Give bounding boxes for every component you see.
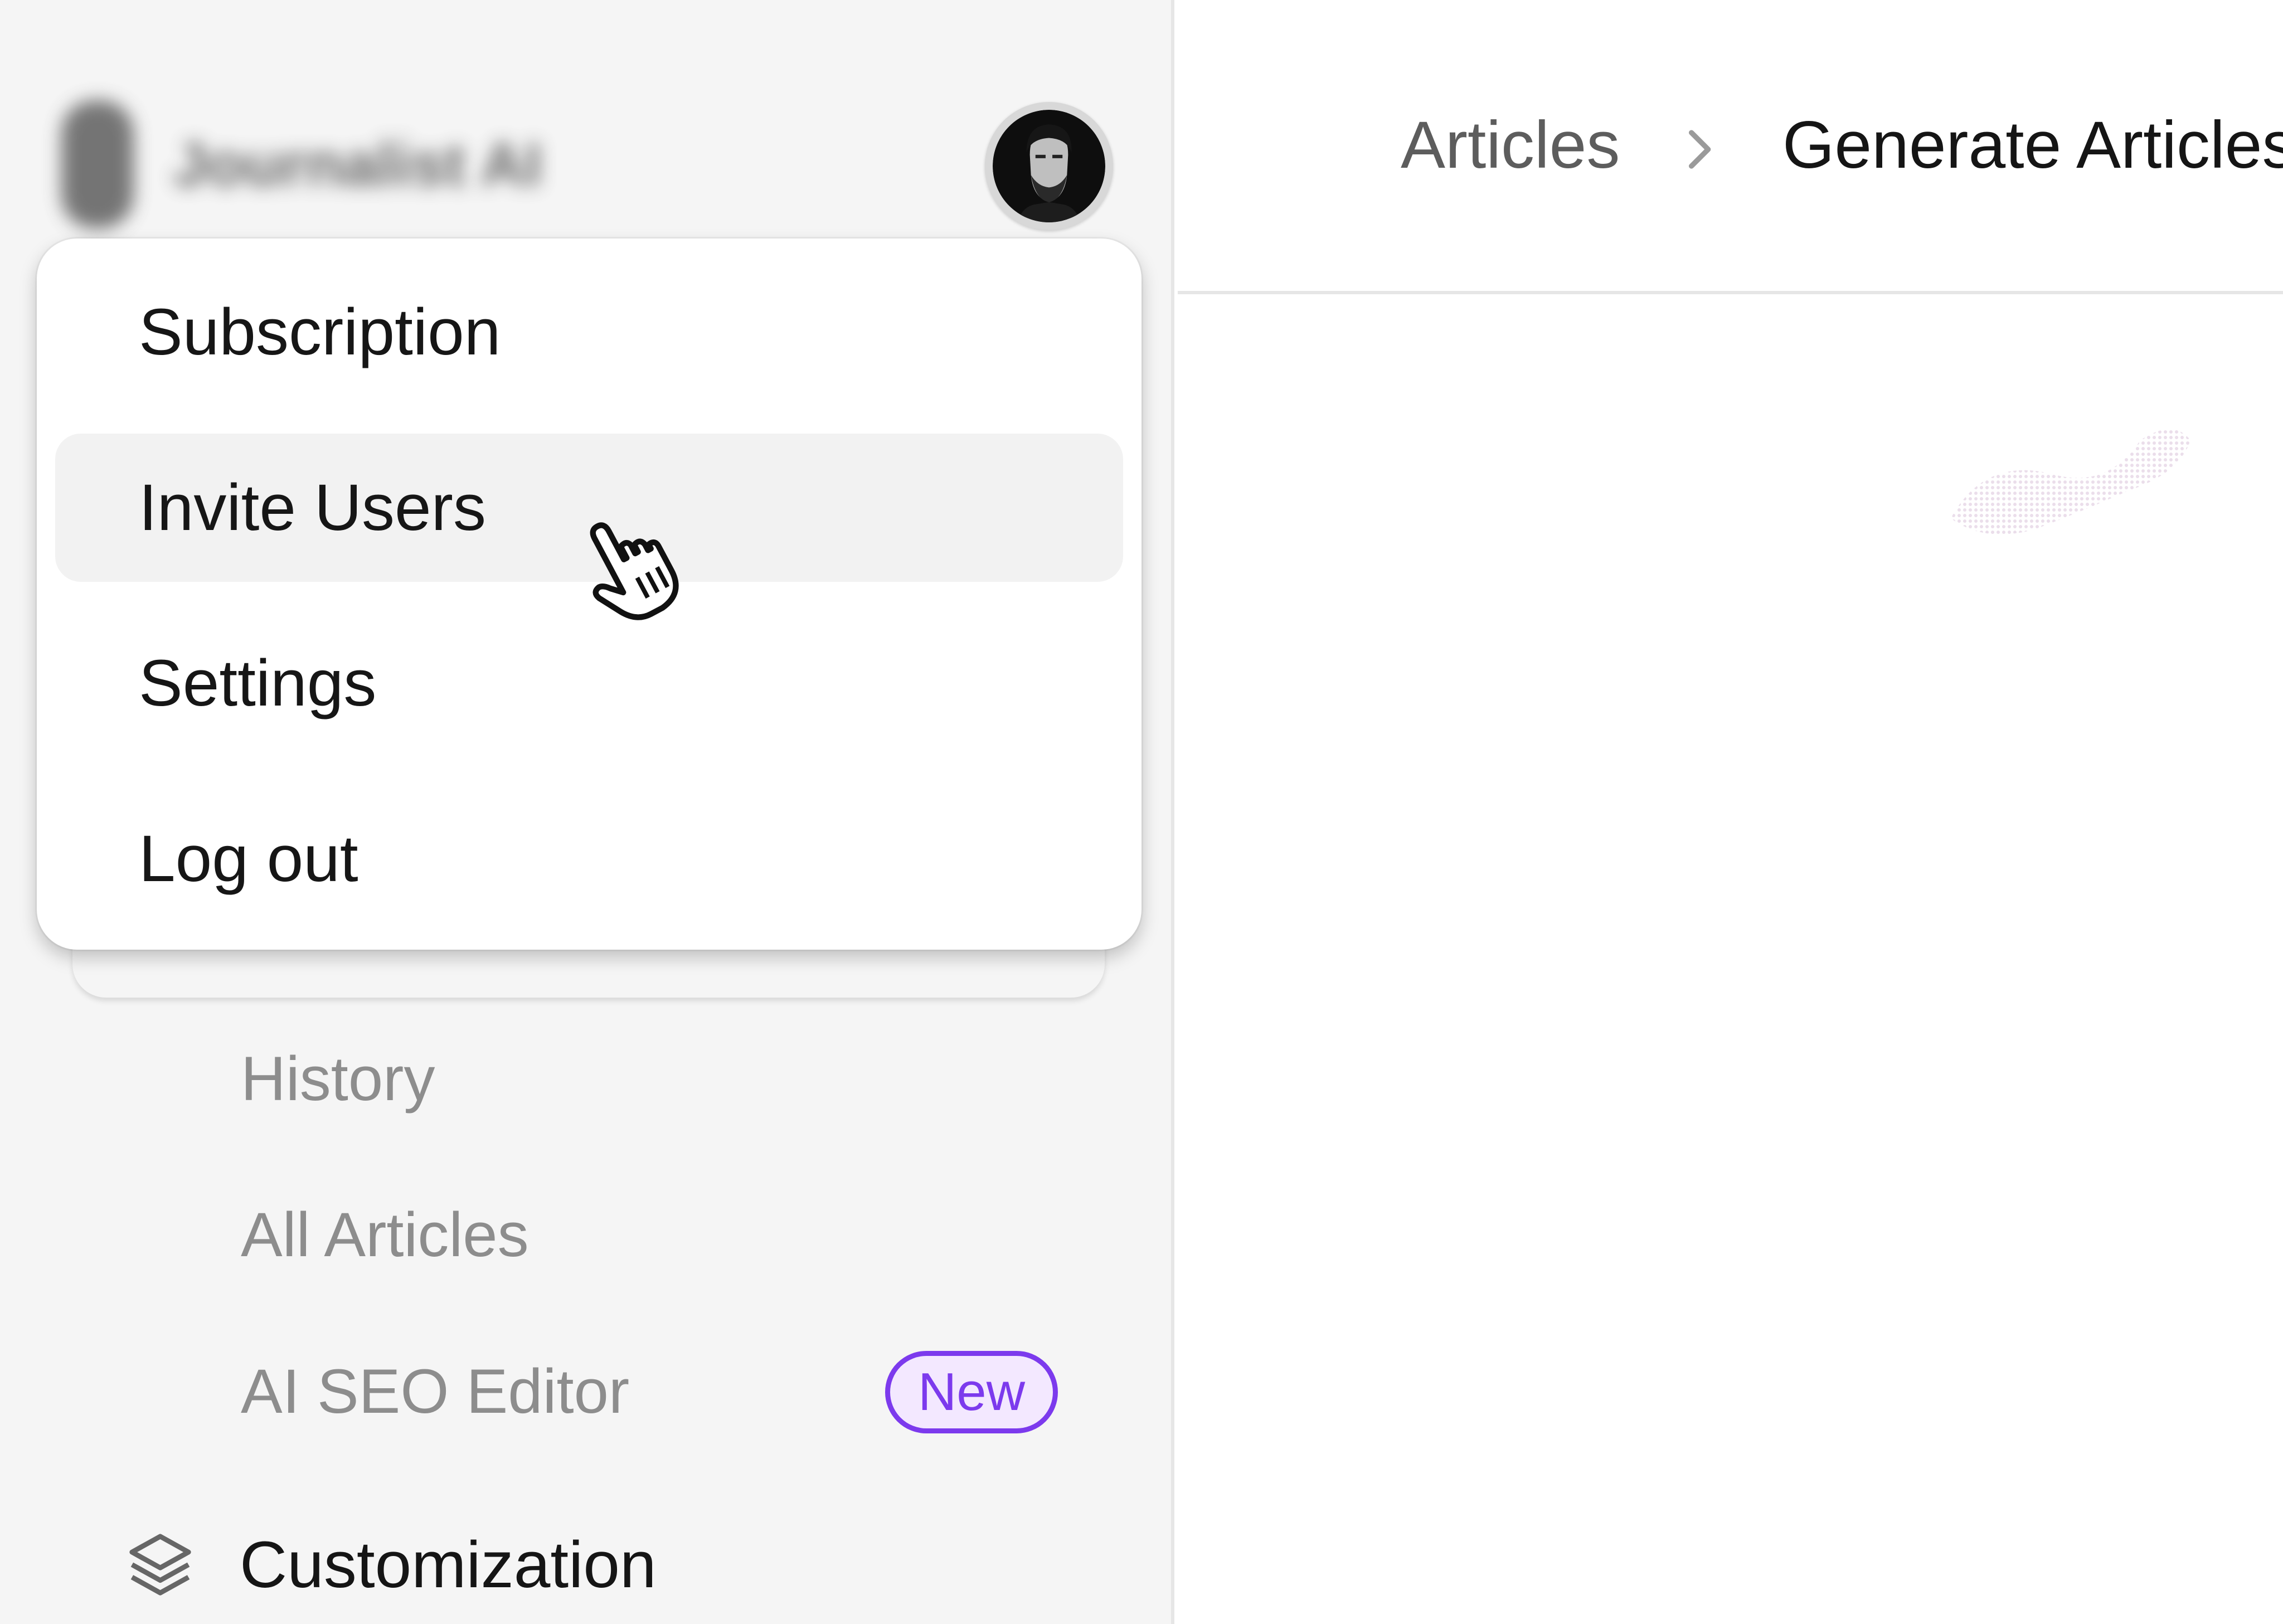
brand-name: Journalist AI	[173, 130, 542, 199]
menu-item-settings[interactable]: Settings	[55, 609, 1123, 757]
nav-item-all-articles[interactable]: All Articles	[241, 1204, 529, 1266]
nav-item-history[interactable]: History	[241, 1048, 435, 1110]
chevron-right-icon	[1679, 127, 1718, 172]
breadcrumb-articles[interactable]: Articles	[1401, 111, 1620, 178]
user-avatar-button[interactable]	[985, 102, 1113, 230]
layers-icon	[129, 1534, 191, 1596]
nav-item-ai-seo-editor[interactable]: AI SEO Editor	[241, 1360, 629, 1423]
brand-logo	[61, 100, 134, 228]
hand-pointer-cursor-icon	[569, 502, 697, 630]
menu-item-subscription[interactable]: Subscription	[55, 258, 1123, 406]
loading-spinner-icon	[1940, 407, 2196, 546]
avatar-icon	[993, 110, 1105, 222]
app-window: Journalist AI History All Articles AI SE…	[0, 0, 2283, 1624]
brand[interactable]: Journalist AI	[61, 100, 542, 228]
menu-item-log-out[interactable]: Log out	[55, 785, 1123, 933]
customization-label: Customization	[240, 1528, 657, 1602]
new-badge: New	[885, 1351, 1058, 1433]
breadcrumb-generate-articles: Generate Articles	[1782, 108, 2283, 182]
nav-item-customization[interactable]: Customization	[123, 1527, 657, 1602]
main-header: Articles Generate Articles	[1178, 0, 2283, 294]
